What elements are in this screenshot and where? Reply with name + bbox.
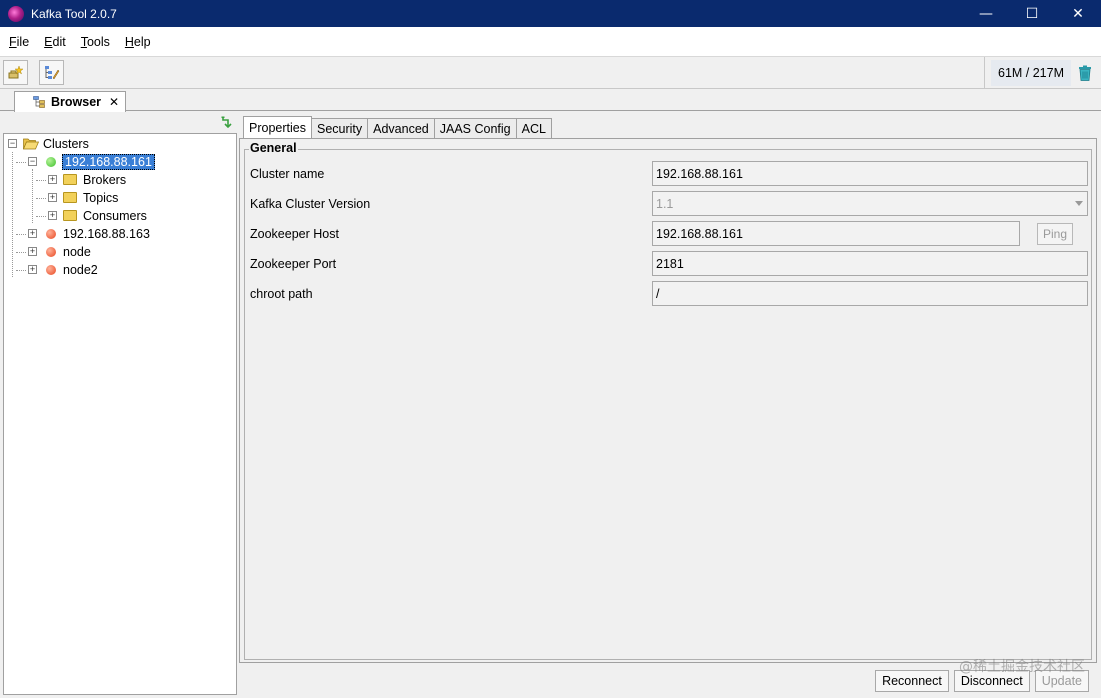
kafka-version-value: 1.1 xyxy=(656,196,674,211)
cluster-tree: − Clusters − 192.168.88.161 + Brokers + … xyxy=(3,133,237,695)
refresh-arrow-icon[interactable] xyxy=(221,116,233,128)
browser-tab-row: Browser ✕ xyxy=(0,89,1101,112)
tree-cluster-item[interactable]: + node2 xyxy=(4,261,234,279)
expand-toggle-icon[interactable]: + xyxy=(48,193,57,202)
close-button[interactable]: ✕ xyxy=(1055,0,1101,27)
ping-button[interactable]: Ping xyxy=(1037,223,1073,245)
kafka-version-select[interactable]: 1.1 xyxy=(652,191,1088,216)
tree-header xyxy=(3,113,237,133)
window-title: Kafka Tool 2.0.7 xyxy=(31,6,117,21)
tab-properties[interactable]: Properties xyxy=(243,116,312,138)
add-cluster-button[interactable] xyxy=(3,60,28,85)
zookeeper-port-input[interactable]: 2181 xyxy=(652,251,1088,276)
folder-icon xyxy=(63,174,77,185)
tree-cluster-item[interactable]: − 192.168.88.161 xyxy=(4,153,234,171)
menu-help-rest: elp xyxy=(133,34,151,49)
tree-cluster-label: node xyxy=(63,245,91,259)
menu-file-rest: ile xyxy=(16,34,30,49)
menu-edit-mnemonic: E xyxy=(44,34,53,49)
edit-cluster-icon xyxy=(45,66,60,80)
folder-icon xyxy=(63,192,77,203)
expand-toggle-icon[interactable]: + xyxy=(28,229,37,238)
minimize-button[interactable]: — xyxy=(963,0,1009,27)
tree-folder-label: Brokers xyxy=(83,173,127,187)
tree-folder-consumers[interactable]: + Consumers xyxy=(4,207,234,225)
memory-indicator: 61M / 217M xyxy=(984,57,1101,89)
menu-edit-rest: dit xyxy=(52,34,66,49)
cluster-name-input[interactable]: 192.168.88.161 xyxy=(652,161,1088,186)
trash-icon[interactable] xyxy=(1078,65,1092,81)
action-buttons: Reconnect Disconnect Update xyxy=(870,670,1089,692)
properties-tab-strip: Properties Security Advanced JAAS Config… xyxy=(243,116,552,138)
edit-cluster-button[interactable] xyxy=(39,60,64,85)
cluster-name-label: Cluster name xyxy=(250,167,325,181)
kafka-tool-app-icon xyxy=(8,5,24,22)
tree-folder-brokers[interactable]: + Brokers xyxy=(4,171,234,189)
tab-security[interactable]: Security xyxy=(310,118,369,138)
chroot-path-input[interactable]: / xyxy=(652,281,1088,306)
menu-file-mnemonic: F xyxy=(9,34,17,49)
connected-status-icon xyxy=(46,157,56,167)
tree-folder-topics[interactable]: + Topics xyxy=(4,189,234,207)
menu-tools[interactable]: Tools xyxy=(81,35,110,49)
menu-edit[interactable]: Edit xyxy=(44,35,66,49)
tab-advanced[interactable]: Advanced xyxy=(367,118,435,138)
folder-icon xyxy=(63,210,77,221)
collapse-toggle-icon[interactable]: − xyxy=(28,157,37,166)
tree-root-clusters[interactable]: − Clusters xyxy=(4,135,234,153)
tree-cluster-item[interactable]: + 192.168.88.163 xyxy=(4,225,234,243)
menu-tools-rest: ools xyxy=(86,34,110,49)
tab-jaas-config[interactable]: JAAS Config xyxy=(433,118,517,138)
disconnected-status-icon xyxy=(46,247,56,257)
tree-root-label: Clusters xyxy=(43,137,89,151)
tree-cluster-label: node2 xyxy=(63,263,98,277)
zookeeper-port-label: Zookeeper Port xyxy=(250,257,337,271)
reconnect-button[interactable]: Reconnect xyxy=(875,670,949,692)
disconnected-status-icon xyxy=(46,229,56,239)
tree-cluster-item[interactable]: + node xyxy=(4,243,234,261)
dropdown-arrow-icon xyxy=(1075,201,1083,206)
expand-toggle-icon[interactable]: + xyxy=(28,247,37,256)
memory-usage: 61M / 217M xyxy=(991,60,1072,86)
menu-help[interactable]: Help xyxy=(125,35,151,49)
maximize-button[interactable]: ☐ xyxy=(1009,0,1055,27)
menu-file[interactable]: File xyxy=(9,35,29,49)
menu-help-mnemonic: H xyxy=(124,34,134,49)
tab-acl[interactable]: ACL xyxy=(515,118,552,138)
add-cluster-icon xyxy=(8,65,24,79)
browser-tab[interactable]: Browser ✕ xyxy=(14,91,126,112)
tree-cluster-label-selected: 192.168.88.161 xyxy=(62,154,155,170)
expand-toggle-icon[interactable]: + xyxy=(48,211,57,220)
cluster-browser-panel: − Clusters − 192.168.88.161 + Brokers + … xyxy=(3,113,237,695)
properties-content: General Cluster name 192.168.88.161 Kafk… xyxy=(239,138,1097,663)
disconnect-button[interactable]: Disconnect xyxy=(953,670,1030,692)
update-button[interactable]: Update xyxy=(1034,670,1089,692)
browser-tab-close-icon[interactable]: ✕ xyxy=(109,95,119,109)
tree-cluster-label: 192.168.88.163 xyxy=(63,227,150,241)
collapse-toggle-icon[interactable]: − xyxy=(8,139,17,148)
menu-bar: File Edit Tools Help xyxy=(0,27,1101,57)
tree-folder-label: Consumers xyxy=(83,209,147,223)
browser-tab-label: Browser xyxy=(51,95,102,109)
tree-folder-label: Topics xyxy=(83,191,119,205)
zookeeper-host-input[interactable]: 192.168.88.161 xyxy=(652,221,1020,246)
window-controls: — ☐ ✕ xyxy=(963,0,1101,27)
expand-toggle-icon[interactable]: + xyxy=(28,265,37,274)
kafka-version-label: Kafka Cluster Version xyxy=(250,197,371,211)
general-group-title: General xyxy=(249,141,298,155)
browser-tree-icon xyxy=(33,96,45,108)
cluster-properties-panel: Properties Security Advanced JAAS Config… xyxy=(239,113,1099,695)
disconnected-status-icon xyxy=(46,265,56,275)
title-bar: Kafka Tool 2.0.7 — ☐ ✕ xyxy=(0,0,1101,27)
expand-toggle-icon[interactable]: + xyxy=(48,175,57,184)
toolbar: 61M / 217M xyxy=(0,57,1101,89)
open-folder-icon xyxy=(23,138,39,150)
zookeeper-host-label: Zookeeper Host xyxy=(250,227,339,241)
chroot-path-label: chroot path xyxy=(250,287,313,301)
